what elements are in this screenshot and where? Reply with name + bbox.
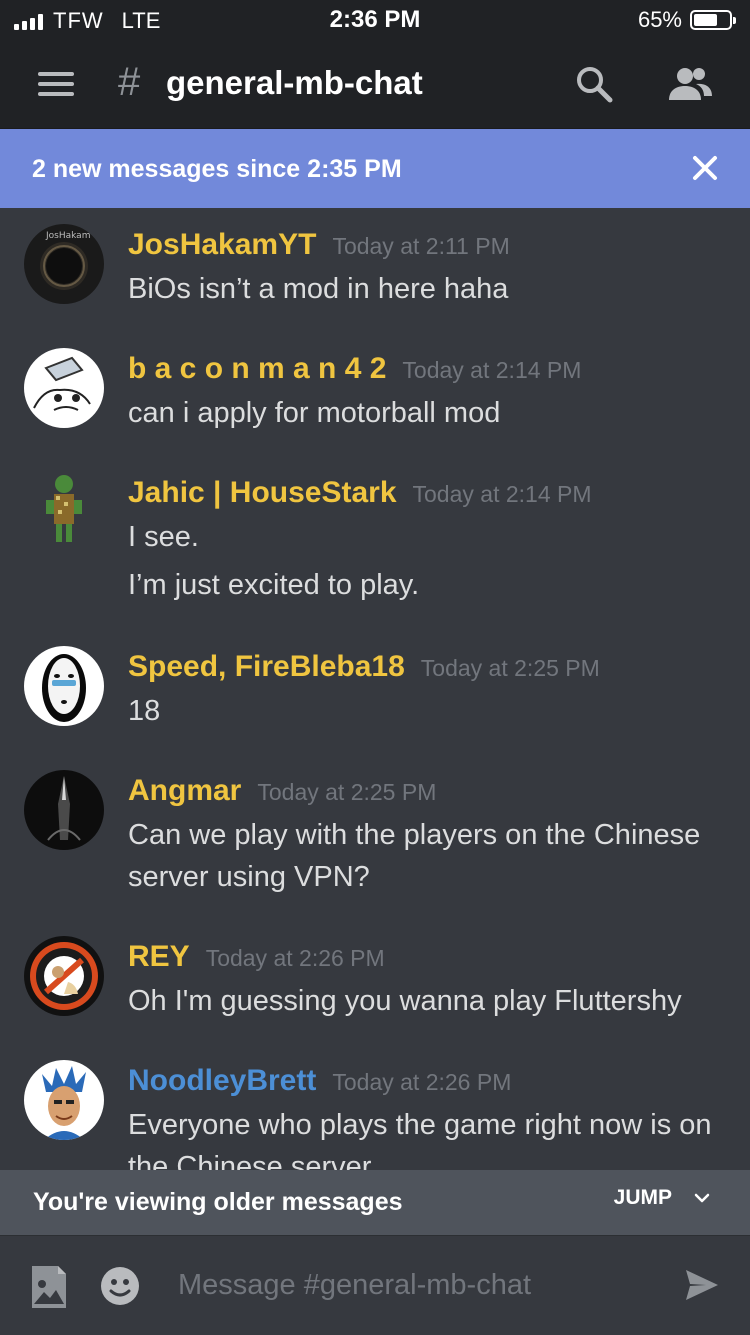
status-bar: TFW LTE 2:36 PM 65% bbox=[0, 0, 750, 40]
new-messages-text: 2 new messages since 2:35 PM bbox=[32, 155, 402, 183]
username[interactable]: REY bbox=[128, 940, 190, 973]
battery-percent: 65% bbox=[637, 7, 682, 32]
message-text: server using VPN? bbox=[128, 861, 370, 893]
channel-title: general-mb-chat bbox=[166, 64, 423, 101]
username[interactable]: Speed, FireBleba18 bbox=[128, 650, 405, 683]
message-meta: Angmar Today at 2:25 PM bbox=[128, 774, 436, 808]
older-messages-text: You're viewing older messages bbox=[33, 1188, 403, 1216]
timestamp: Today at 2:11 PM bbox=[332, 233, 510, 259]
username[interactable]: Jahic | HouseStark bbox=[128, 476, 397, 509]
message-meta: NoodleyBrett Today at 2:26 PM bbox=[128, 1064, 511, 1098]
message-text: the Chinese server bbox=[128, 1151, 372, 1170]
message-text: Oh I'm guessing you wanna play Fluttersh… bbox=[128, 985, 682, 1017]
message-input[interactable] bbox=[178, 1262, 648, 1308]
message-meta: Jahic | HouseStark Today at 2:14 PM bbox=[128, 476, 592, 510]
jump-label: JUMP bbox=[613, 1186, 672, 1209]
user-avatar[interactable] bbox=[24, 472, 104, 552]
hash-icon: # bbox=[118, 60, 141, 104]
timestamp: Today at 2:14 PM bbox=[412, 481, 592, 507]
message-text: Can we play with the players on the Chin… bbox=[128, 819, 701, 851]
message-text: I see. bbox=[128, 521, 199, 553]
username[interactable]: NoodleyBrett bbox=[128, 1064, 316, 1097]
user-avatar[interactable] bbox=[24, 1060, 104, 1140]
message-text: Everyone who plays the game right now is… bbox=[128, 1109, 712, 1141]
battery-icon bbox=[690, 10, 736, 30]
timestamp: Today at 2:25 PM bbox=[257, 779, 437, 805]
message-text: BiOs isn’t a mod in here haha bbox=[128, 273, 509, 305]
message-text: can i apply for motorball mod bbox=[128, 397, 501, 429]
username[interactable]: JosHakamYT bbox=[128, 228, 316, 261]
timestamp: Today at 2:26 PM bbox=[332, 1069, 512, 1095]
menu-icon[interactable] bbox=[38, 72, 74, 96]
username[interactable]: Angmar bbox=[128, 774, 241, 807]
timestamp: Today at 2:25 PM bbox=[420, 655, 600, 681]
user-avatar[interactable] bbox=[24, 348, 104, 428]
status-right: 65% bbox=[637, 7, 736, 33]
message-meta: Speed, FireBleba18 Today at 2:25 PM bbox=[128, 650, 600, 684]
user-avatar[interactable]: JosHakam bbox=[24, 224, 104, 304]
message-composer bbox=[0, 1235, 750, 1335]
close-icon[interactable] bbox=[690, 153, 720, 183]
username[interactable]: b a c o n m a n 4 2 bbox=[128, 352, 386, 385]
user-avatar[interactable] bbox=[24, 646, 104, 726]
older-messages-bar: You're viewing older messages JUMP bbox=[0, 1170, 750, 1235]
new-messages-bar[interactable]: 2 new messages since 2:35 PM bbox=[0, 129, 750, 208]
message-text: 18 bbox=[128, 695, 161, 727]
message-meta: REY Today at 2:26 PM bbox=[128, 940, 385, 974]
emoji-icon[interactable] bbox=[100, 1266, 140, 1306]
user-avatar[interactable] bbox=[24, 936, 104, 1016]
user-avatar[interactable] bbox=[24, 770, 104, 850]
message-text: I’m just excited to play. bbox=[128, 569, 420, 601]
timestamp: Today at 2:14 PM bbox=[402, 357, 582, 383]
jump-button[interactable]: JUMP bbox=[614, 1186, 710, 1210]
timestamp: Today at 2:26 PM bbox=[205, 945, 385, 971]
message-list[interactable]: JosHakam JosHakamYT Today at 2:11 PM BiOs… bbox=[0, 208, 750, 1170]
channel-header: # general-mb-chat bbox=[0, 40, 750, 129]
send-icon[interactable] bbox=[684, 1268, 720, 1302]
image-upload-icon[interactable] bbox=[30, 1264, 68, 1310]
chevron-down-icon bbox=[694, 1193, 710, 1203]
members-icon[interactable] bbox=[666, 64, 714, 104]
search-icon[interactable] bbox=[574, 64, 614, 104]
message-meta: JosHakamYT Today at 2:11 PM bbox=[128, 228, 510, 262]
message-meta: b a c o n m a n 4 2 Today at 2:14 PM bbox=[128, 352, 581, 386]
avatar-label: JosHakam bbox=[45, 231, 90, 241]
